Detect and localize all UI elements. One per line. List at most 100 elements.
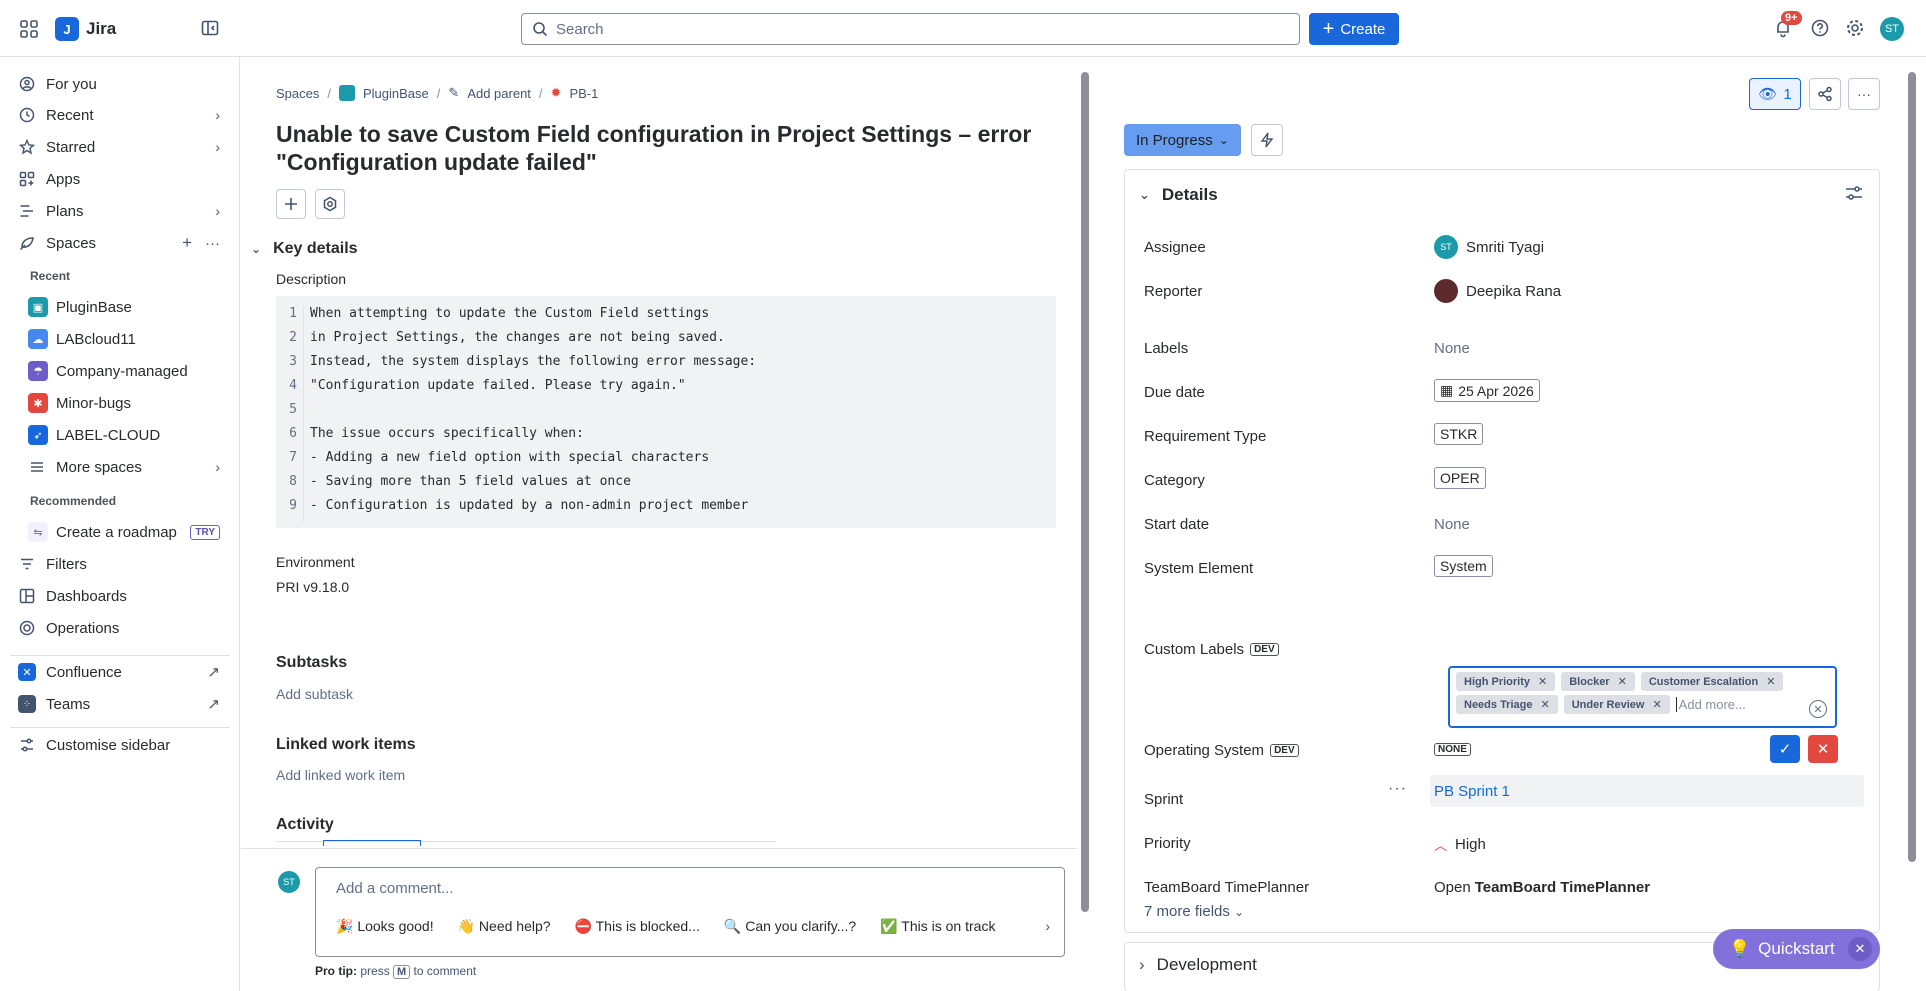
breadcrumb-add-parent[interactable]: Add parent: [467, 86, 531, 101]
customise-icon: [18, 736, 36, 754]
apps-settings-icon[interactable]: [315, 189, 345, 219]
sidebar-item-label-cloud[interactable]: ➶ LABEL-CLOUD: [10, 420, 228, 450]
remove-label-icon[interactable]: ✕: [1540, 698, 1549, 711]
quickstart-button[interactable]: 💡 Quickstart ✕: [1713, 929, 1880, 969]
search-input[interactable]: Search: [521, 13, 1300, 45]
breadcrumb-project[interactable]: PluginBase: [363, 86, 429, 101]
quick-reply-chip[interactable]: ✅ This is on track: [880, 918, 995, 935]
sidebar-item-dashboards[interactable]: Dashboards: [10, 581, 228, 611]
system-element-value[interactable]: System: [1434, 555, 1493, 577]
sidebar-item-apps[interactable]: Apps: [10, 164, 228, 194]
development-toggle[interactable]: › Development: [1139, 955, 1257, 975]
sidebar-item-pluginbase[interactable]: ▣ PluginBase: [10, 292, 228, 322]
add-subtask-link[interactable]: Add subtask: [276, 686, 353, 702]
comment-input[interactable]: Add a comment... 🎉 Looks good! 👋 Need he…: [315, 867, 1065, 957]
line-number: 5: [276, 402, 304, 426]
remove-label-icon[interactable]: ✕: [1766, 675, 1775, 688]
more-actions-icon[interactable]: ···: [1848, 78, 1880, 110]
sidebar-item-create-roadmap[interactable]: ⇋ Create a roadmap TRY: [10, 517, 228, 547]
reporter-value[interactable]: Deepika Rana: [1434, 279, 1561, 303]
sidebar-item-filters[interactable]: Filters: [10, 549, 228, 579]
due-date-value[interactable]: ▦ 25 Apr 2026: [1434, 379, 1540, 402]
quick-reply-chip[interactable]: 👋 Need help?: [458, 918, 551, 935]
chevron-right-icon[interactable]: ›: [215, 107, 220, 123]
teamboard-value[interactable]: Open TeamBoard TimePlanner: [1434, 879, 1650, 896]
environment-value[interactable]: PRI v9.18.0: [276, 579, 349, 595]
quick-reply-chip[interactable]: ⛔ This is blocked...: [575, 918, 700, 935]
custom-labels-input[interactable]: High Priority ✕ Blocker ✕ Customer Escalat…: [1448, 666, 1837, 728]
apps-icon: [18, 170, 36, 188]
details-scrollbar[interactable]: [1908, 72, 1916, 862]
jira-logo-icon[interactable]: J: [55, 17, 79, 41]
requirement-type-value[interactable]: STKR: [1434, 423, 1484, 445]
priority-value[interactable]: ︿ High: [1434, 835, 1486, 854]
chevron-right-icon[interactable]: ›: [215, 139, 220, 155]
activity-heading: Activity: [276, 816, 334, 833]
remove-label-icon[interactable]: ✕: [1618, 675, 1627, 688]
breadcrumb-spaces[interactable]: Spaces: [276, 86, 319, 101]
sidebar-item-minor-bugs[interactable]: ✱ Minor-bugs: [10, 388, 228, 418]
line-number: 1: [276, 306, 304, 330]
app-name[interactable]: Jira: [86, 19, 116, 39]
sidebar-item-spaces[interactable]: Spaces + ···: [10, 228, 228, 258]
create-button[interactable]: + Create: [1309, 13, 1399, 45]
details-toggle[interactable]: ⌄ Details: [1139, 185, 1218, 205]
teamboard-label: TeamBoard TimePlanner: [1144, 879, 1310, 896]
app-switcher-icon[interactable]: [18, 18, 40, 40]
sidebar-item-confluence[interactable]: ✕ Confluence ↗: [10, 657, 228, 687]
settings-gear-icon[interactable]: [1845, 18, 1867, 40]
category-value[interactable]: OPER: [1434, 467, 1486, 489]
automation-bolt-icon[interactable]: [1251, 124, 1283, 156]
start-date-value[interactable]: None: [1434, 516, 1470, 533]
chevron-right-icon[interactable]: ›: [215, 203, 220, 219]
clear-labels-icon[interactable]: ✕: [1809, 700, 1827, 718]
confirm-button[interactable]: ✓: [1770, 735, 1800, 763]
chevron-right-icon[interactable]: ›: [1045, 918, 1050, 934]
add-icon[interactable]: [276, 189, 306, 219]
help-icon[interactable]: [1810, 18, 1832, 40]
labels-value[interactable]: None: [1434, 340, 1470, 357]
sidebar-item-starred[interactable]: Starred ›: [10, 132, 228, 162]
sidebar-item-labcloud11[interactable]: ☁ LABcloud11: [10, 324, 228, 354]
issue-main-panel: Spaces / PluginBase / ✎ Add parent / ✹ P…: [241, 57, 1089, 991]
add-linked-work-item-link[interactable]: Add linked work item: [276, 767, 405, 783]
remove-label-icon[interactable]: ✕: [1538, 675, 1547, 688]
sidebar-item-for-you[interactable]: For you: [10, 69, 228, 99]
operating-system-value[interactable]: NONE: [1434, 743, 1471, 756]
sidebar-item-recent[interactable]: Recent ›: [10, 100, 228, 130]
main-scrollbar[interactable]: [1081, 72, 1089, 912]
chevron-right-icon[interactable]: ›: [215, 459, 220, 475]
sidebar-item-more-spaces[interactable]: More spaces ›: [10, 452, 228, 482]
sidebar-item-plans[interactable]: Plans ›: [10, 196, 228, 226]
sidebar-item-operations[interactable]: Operations: [10, 613, 228, 643]
close-icon[interactable]: ✕: [1848, 937, 1872, 961]
environment-label: Environment: [276, 554, 355, 570]
details-heading: Details: [1161, 185, 1218, 204]
key-details-toggle[interactable]: ⌄ Key details: [251, 240, 358, 258]
configure-fields-icon[interactable]: [1845, 185, 1863, 204]
collapse-sidebar-icon[interactable]: [200, 18, 222, 40]
sidebar-item-company-managed[interactable]: ☂ Company-managed: [10, 356, 228, 386]
quick-reply-chip[interactable]: 🎉 Looks good!: [336, 918, 434, 935]
more-fields-toggle[interactable]: 7 more fields ⌄: [1144, 903, 1244, 920]
cancel-button[interactable]: ✕: [1808, 735, 1838, 763]
add-space-icon[interactable]: +: [182, 233, 192, 253]
assignee-value[interactable]: ST Smriti Tyagi: [1434, 235, 1544, 259]
sidebar-item-customise[interactable]: Customise sidebar: [10, 730, 228, 760]
user-avatar[interactable]: ST: [1880, 17, 1904, 41]
watchers-button[interactable]: 👁 1: [1749, 78, 1801, 110]
status-dropdown[interactable]: In Progress ⌄: [1124, 124, 1241, 156]
more-options-icon[interactable]: ···: [205, 235, 220, 252]
remove-label-icon[interactable]: ✕: [1652, 698, 1661, 711]
quick-reply-chip[interactable]: 🔍 Can you clarify...?: [724, 918, 856, 935]
sidebar-item-teams[interactable]: ⁘ Teams ↗: [10, 689, 228, 719]
description-code-block[interactable]: 1 When attempting to update the Custom Fi…: [276, 296, 1056, 528]
share-icon[interactable]: [1809, 78, 1841, 110]
teamboard-name: TeamBoard TimePlanner: [1474, 879, 1651, 896]
issue-title[interactable]: Unable to save Custom Field configuratio…: [276, 120, 1066, 176]
add-more-placeholder[interactable]: Add more...: [1675, 697, 1746, 712]
sprint-link[interactable]: PB Sprint 1: [1434, 783, 1510, 800]
more-options-icon[interactable]: ···: [1388, 780, 1407, 798]
breadcrumb-issue-key[interactable]: PB-1: [569, 86, 598, 101]
storm-icon: ☂: [28, 361, 48, 381]
